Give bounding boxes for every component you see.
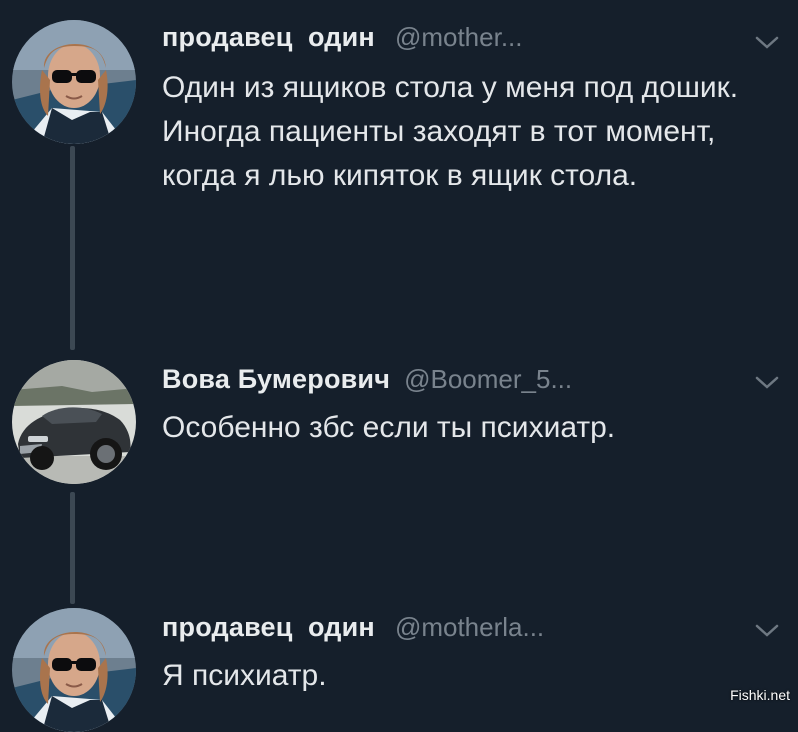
author-handle[interactable]: @motherla... <box>395 612 544 643</box>
watermark: Fishki.net <box>730 687 790 703</box>
chevron-down-icon[interactable] <box>754 34 780 52</box>
car-avatar-icon <box>12 360 136 484</box>
tweet-header: Вова Бумерович @Boomer_5... <box>162 364 778 395</box>
author-name[interactable]: Вова Бумерович <box>162 364 390 395</box>
avatar[interactable] <box>12 608 136 732</box>
tweet-text: Особенно збс если ты психиатр. <box>162 411 616 444</box>
thread-line <box>70 492 75 604</box>
author-handle[interactable]: @mother... <box>395 22 523 53</box>
tweet[interactable]: Вова Бумерович @Boomer_5... Особенно збс… <box>0 340 798 490</box>
author-name[interactable]: продавец один <box>162 612 375 643</box>
person-sunglasses-avatar-icon <box>12 20 136 144</box>
avatar[interactable] <box>12 20 136 144</box>
author-name[interactable]: продавец один <box>162 22 375 53</box>
tweet[interactable]: продавец один @mother... Один из ящиков … <box>0 0 798 330</box>
chevron-down-icon[interactable] <box>754 622 780 640</box>
avatar[interactable] <box>12 360 136 484</box>
person-sunglasses-avatar-icon <box>12 608 136 732</box>
author-handle[interactable]: @Boomer_5... <box>404 364 572 395</box>
tweet-header: продавец один @motherla... <box>162 612 778 643</box>
tweet-text: Один из ящиков стола у меня под дошик. И… <box>162 71 739 192</box>
chevron-down-icon[interactable] <box>754 374 780 392</box>
tweet[interactable]: продавец один @motherla... Я психиатр. <box>0 590 798 732</box>
tweet-header: продавец один @mother... <box>162 22 778 53</box>
tweet-text: Я психиатр. <box>162 659 327 692</box>
